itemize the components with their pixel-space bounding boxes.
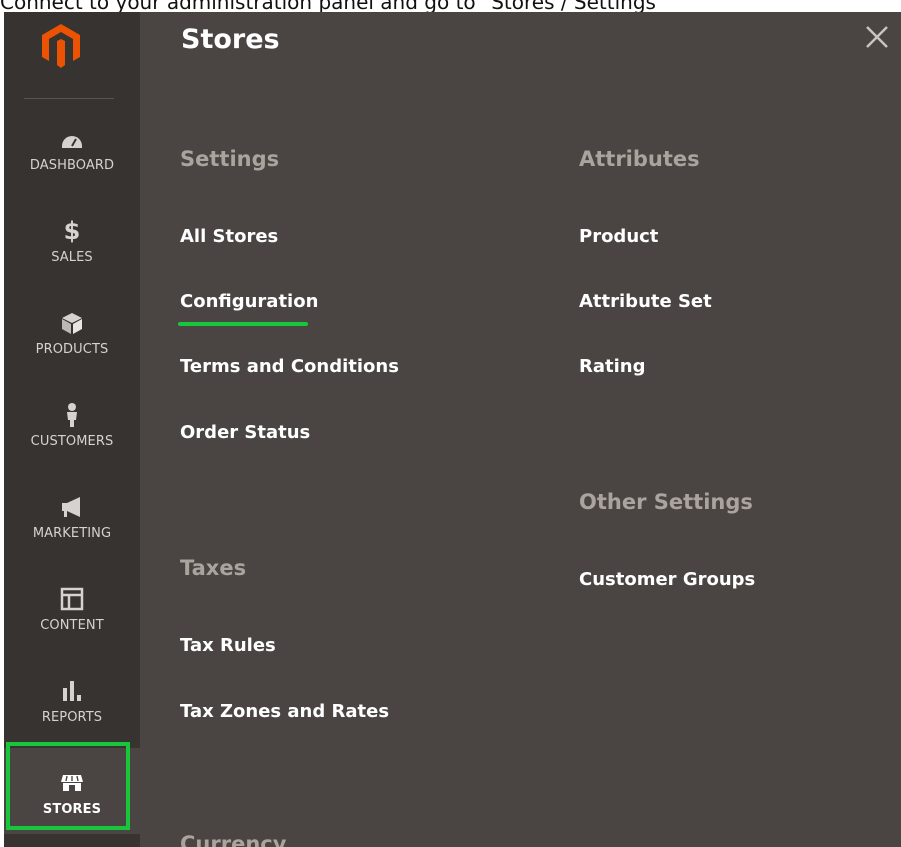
bar-chart-icon [63,681,81,701]
nav-label: REPORTS [41,710,103,725]
nav-item-dashboard[interactable]: DASHBOARD [4,104,140,190]
nav-label: CONTENT [40,618,104,633]
nav-item-marketing[interactable]: MARKETING [4,472,140,558]
nav-item-products[interactable]: PRODUCTS [4,288,140,374]
nav-label: SALES [51,250,93,265]
nav-label: DASHBOARD [29,158,115,173]
admin-sidebar: DASHBOARD $ SALES PRODUCTS CUSTOMERS MAR… [4,12,140,847]
nav-label: MARKETING [32,526,112,541]
person-icon [67,403,77,427]
dollar-icon: $ [63,217,81,245]
menu-link-rating[interactable]: Rating [579,356,645,377]
nav-item-customers[interactable]: CUSTOMERS [4,380,140,466]
highlight-box [6,742,130,830]
section-heading-other-settings: Other Settings [579,490,753,514]
nav-label: PRODUCTS [35,342,109,357]
menu-link-terms-and-conditions[interactable]: Terms and Conditions [180,356,399,377]
admin-window: DASHBOARD $ SALES PRODUCTS CUSTOMERS MAR… [4,12,901,847]
section-heading-taxes: Taxes [180,556,247,580]
section-heading-settings: Settings [180,147,280,171]
nav-item-content[interactable]: CONTENT [4,564,140,650]
menu-link-attribute-set[interactable]: Attribute Set [579,291,712,312]
box-icon [62,313,82,334]
logo-divider [24,98,114,99]
section-heading-currency: Currency [180,832,287,847]
menu-link-configuration[interactable]: Configuration [180,291,318,312]
menu-link-product[interactable]: Product [579,226,658,247]
menu-link-order-status[interactable]: Order Status [180,422,310,443]
section-heading-attributes: Attributes [579,147,700,171]
nav-label: CUSTOMERS [30,434,114,449]
megaphone-icon [62,497,80,517]
dashboard-icon [62,136,82,148]
magento-logo[interactable] [42,24,80,68]
menu-link-tax-zones-and-rates[interactable]: Tax Zones and Rates [180,701,389,722]
menu-link-customer-groups[interactable]: Customer Groups [579,569,755,590]
nav-item-reports[interactable]: REPORTS [4,656,140,742]
close-icon[interactable] [862,22,892,52]
menu-link-all-stores[interactable]: All Stores [180,226,278,247]
nav-item-sales[interactable]: $ SALES [4,196,140,282]
configuration-underline [178,322,308,326]
menu-link-tax-rules[interactable]: Tax Rules [180,635,276,656]
layout-icon [60,587,84,611]
panel-title: Stores [181,24,280,55]
